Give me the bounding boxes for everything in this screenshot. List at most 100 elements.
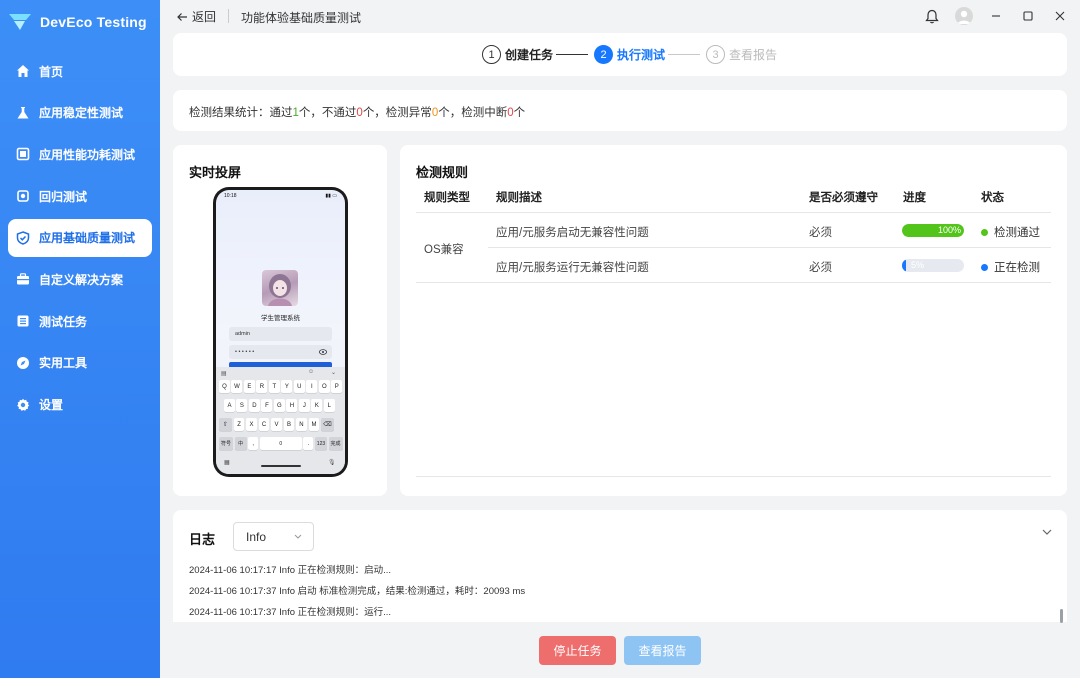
sidebar-item-custom-solution[interactable]: 自定义解决方案 (8, 260, 152, 298)
shift-key[interactable]: ⇧ (219, 418, 232, 431)
sidebar-item-home[interactable]: 首页 (8, 52, 152, 90)
status-dot (981, 228, 988, 236)
numbers-key[interactable]: 123 (314, 437, 327, 450)
maximize-button[interactable] (1012, 0, 1044, 32)
emoji-icon[interactable]: ☺ (308, 369, 314, 375)
space-key[interactable]: 0 (259, 437, 302, 450)
keyboard-row-3-letters: ZXCVBNM (233, 418, 320, 431)
step-number: 2 (594, 45, 613, 64)
user-icon (957, 10, 971, 24)
key-o[interactable]: O (318, 380, 330, 393)
microphone-icon[interactable]: 🎙 (328, 459, 336, 466)
sidebar-item-utilities[interactable]: 实用工具 (8, 344, 152, 382)
key-v[interactable]: V (271, 418, 282, 431)
monitor-icon (16, 147, 30, 161)
key-z[interactable]: Z (233, 418, 245, 431)
key-s[interactable]: S (236, 399, 248, 412)
keyboard-collapse-icon[interactable]: ⌄ (331, 369, 336, 376)
step-create-task: 1 创建任务 (482, 45, 553, 64)
key-a[interactable]: A (224, 399, 235, 412)
key-j[interactable]: J (298, 399, 310, 412)
key-x[interactable]: X (246, 418, 257, 431)
symbols-key[interactable]: 符号 (219, 437, 233, 450)
phone-password-field[interactable]: • • • • • • (229, 345, 332, 359)
sidebar-item-basic-quality[interactable]: 应用基础质量测试 (8, 218, 152, 257)
key-t[interactable]: T (268, 380, 280, 393)
done-key[interactable]: 完成 (328, 437, 343, 450)
sidebar-nav: 首页 应用稳定性测试 应用性能功耗测试 回归测试 应用基础质量测试 自定义解决方… (8, 52, 152, 427)
keyboard-row-bottom: 符号 中 , 0 . 123 完成 (219, 437, 343, 450)
flask-icon (16, 106, 30, 120)
result-summary: 检测结果统计：通过1个，不通过0个，检测异常0个，检测中断0个 (173, 90, 1067, 131)
key-c[interactable]: C (258, 418, 270, 431)
notification-button[interactable] (916, 0, 948, 32)
eye-icon[interactable] (319, 349, 327, 355)
status-dot (981, 263, 988, 271)
key-k[interactable]: K (311, 399, 323, 412)
log-panel: 日志 Info 2024-11-06 10:17:17 Info 正在检测规则：… (173, 510, 1067, 623)
row-divider (488, 247, 1051, 248)
key-u[interactable]: U (293, 380, 305, 393)
phone-mirror[interactable]: 10:18 ▮▮ ▭ 学生管理系统 admin • • • • • • ▤ ☺ … (213, 187, 348, 477)
minimize-button[interactable] (980, 0, 1012, 32)
back-button[interactable]: 返回 (176, 8, 216, 25)
key-q[interactable]: Q (219, 380, 230, 393)
header-divider (416, 212, 1051, 213)
phone-screen[interactable]: 10:18 ▮▮ ▭ 学生管理系统 admin • • • • • • ▤ ☺ … (216, 190, 345, 474)
key-r[interactable]: R (256, 380, 268, 393)
sidebar-item-label: 回归测试 (39, 189, 88, 204)
summary-suffix: 个 (513, 107, 526, 119)
step-number: 1 (482, 45, 501, 64)
column-header-progress: 进度 (903, 192, 926, 204)
key-w[interactable]: W (231, 380, 243, 393)
key-p[interactable]: P (331, 380, 343, 393)
key-n[interactable]: N (296, 418, 307, 431)
step-connector (556, 54, 588, 55)
log-scrollbar[interactable] (1060, 609, 1063, 623)
column-header-type: 规则类型 (424, 192, 470, 204)
keyboard-row-1: QWERTYUIOP (219, 380, 343, 393)
bell-icon (925, 9, 939, 23)
phone-time: 10:18 (224, 193, 237, 199)
sidebar-item-regression[interactable]: 回归测试 (8, 177, 152, 215)
log-line: 2024-11-06 10:17:37 Info 正在检测规则：运行... (189, 607, 392, 618)
key-g[interactable]: G (273, 399, 285, 412)
log-level-value: Info (246, 529, 267, 544)
log-content[interactable]: 2024-11-06 10:17:17 Info 正在检测规则：启动... 20… (173, 562, 1067, 622)
period-key[interactable]: . (303, 437, 314, 450)
key-f[interactable]: F (261, 399, 273, 412)
sidebar-item-test-tasks[interactable]: 测试任务 (8, 302, 152, 340)
summary-after-fail: 个，检测异常 (362, 107, 432, 119)
list-icon (16, 314, 30, 328)
sidebar-item-performance[interactable]: 应用性能功耗测试 (8, 135, 152, 173)
close-button[interactable] (1044, 0, 1076, 32)
password-mask: • • • • • • (235, 349, 255, 355)
rule-desc: 应用/元服务运行无兼容性问题 (496, 262, 649, 274)
key-b[interactable]: B (283, 418, 295, 431)
keyboard-tool-icon[interactable]: ▤ (221, 370, 227, 377)
view-report-button[interactable]: 查看报告 (624, 636, 701, 665)
sidebar-item-label: 实用工具 (39, 356, 88, 371)
home-icon (16, 64, 30, 78)
key-d[interactable]: D (248, 399, 260, 412)
user-avatar-button[interactable] (948, 0, 980, 32)
stop-task-button[interactable]: 停止任务 (539, 636, 616, 665)
comma-key[interactable]: , (248, 437, 259, 450)
key-y[interactable]: Y (281, 380, 293, 393)
language-key[interactable]: 中 (234, 437, 247, 450)
sidebar-item-settings[interactable]: 设置 (8, 386, 152, 424)
backspace-key[interactable]: ⌫ (320, 418, 334, 431)
sidebar-item-stability[interactable]: 应用稳定性测试 (8, 94, 152, 132)
phone-username-field[interactable]: admin (229, 327, 332, 341)
key-l[interactable]: L (323, 399, 335, 412)
log-level-select[interactable]: Info (233, 522, 314, 551)
key-i[interactable]: I (306, 380, 318, 393)
key-m[interactable]: M (308, 418, 320, 431)
progress-label: 5% (911, 260, 925, 270)
live-screen-panel: 实时投屏 10:18 ▮▮ ▭ 学生管理系统 admin • • • • • • (173, 145, 387, 496)
keyboard-settings-icon[interactable]: ▦ (224, 459, 230, 466)
rule-required: 必须 (809, 262, 832, 274)
collapse-log-icon[interactable] (1041, 526, 1053, 538)
key-h[interactable]: H (286, 399, 298, 412)
key-e[interactable]: E (243, 380, 255, 393)
